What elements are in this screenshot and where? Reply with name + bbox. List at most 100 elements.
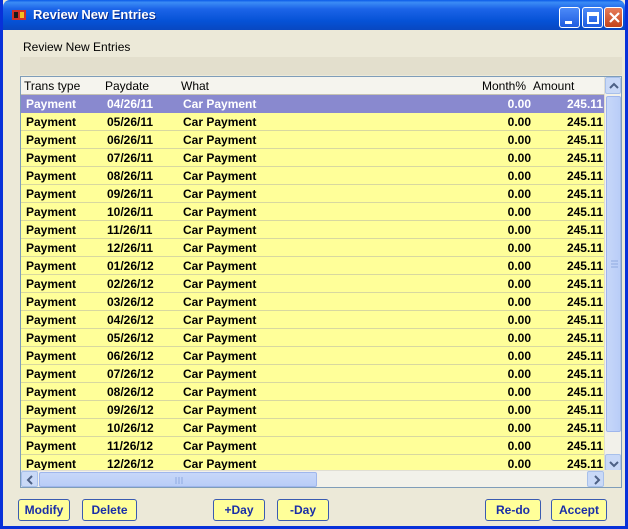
table-row[interactable]: Payment 11/26/12 Car Payment 0.00 245.11 [21,437,605,455]
cell-what: Car Payment [183,349,257,363]
delete-button[interactable]: Delete [82,499,137,521]
table-row[interactable]: Payment 09/26/12 Car Payment 0.00 245.11 [21,401,605,419]
cell-month-pct: 0.00 [507,241,531,255]
panel-subtitle: Review New Entries [23,40,131,54]
cell-paydate: 11/26/12 [107,439,154,453]
accept-button[interactable]: Accept [551,499,607,521]
table-row[interactable]: Payment 04/26/11 Car Payment 0.00 245.11 [21,95,605,113]
col-header-paydate[interactable]: Paydate [105,79,149,93]
col-header-trans-type[interactable]: Trans type [24,79,80,93]
close-button[interactable] [604,7,623,28]
cell-what: Car Payment [183,133,257,147]
cell-amount: 245.11 [566,439,603,453]
cell-amount: 245.11 [566,349,603,363]
cell-trans-type: Payment [26,313,77,327]
table-row[interactable]: Payment 07/26/12 Car Payment 0.00 245.11 [21,365,605,383]
cell-paydate: 10/26/12 [107,421,154,435]
cell-trans-type: Payment [26,349,77,363]
cell-paydate: 05/26/12 [107,331,154,345]
cell-month-pct: 0.00 [507,295,531,309]
redo-button[interactable]: Re-do [485,499,541,521]
entries-grid[interactable]: Trans type Paydate What Month% Amount Pa… [20,76,622,488]
table-row[interactable]: Payment 08/26/11 Car Payment 0.00 245.11 [21,167,605,185]
cell-paydate: 08/26/12 [107,385,154,399]
col-header-what[interactable]: What [181,79,209,93]
cell-amount: 245.11 [566,331,603,345]
cell-paydate: 08/26/11 [107,169,154,183]
cell-what: Car Payment [183,223,257,237]
table-row[interactable]: Payment 12/26/11 Car Payment 0.00 245.11 [21,239,605,257]
modify-button[interactable]: Modify [18,499,70,521]
cell-trans-type: Payment [26,457,77,471]
cell-what: Car Payment [183,313,257,327]
maximize-button[interactable] [582,7,603,28]
table-row[interactable]: Payment 05/26/12 Car Payment 0.00 245.11 [21,329,605,347]
table-row[interactable]: Payment 10/26/11 Car Payment 0.00 245.11 [21,203,605,221]
window-title: Review New Entries [33,7,156,22]
scroll-up-icon [609,82,619,89]
cell-amount: 245.11 [566,457,603,471]
scroll-left-icon [26,475,33,485]
col-header-month-pct[interactable]: Month% [482,79,526,93]
cell-month-pct: 0.00 [507,115,531,129]
cell-trans-type: Payment [26,403,77,417]
minus-day-button[interactable]: -Day [277,499,329,521]
table-row[interactable]: Payment 04/26/12 Car Payment 0.00 245.11 [21,311,605,329]
table-row[interactable]: Payment 07/26/11 Car Payment 0.00 245.11 [21,149,605,167]
cell-what: Car Payment [183,169,257,183]
cell-trans-type: Payment [26,205,77,219]
cell-what: Car Payment [183,115,257,129]
title-bar[interactable]: Review New Entries [3,0,625,30]
cell-amount: 245.11 [566,295,603,309]
cell-month-pct: 0.00 [507,259,531,273]
review-window: Review New Entries Review New Entries Tr… [0,0,628,529]
scrollbar-corner [604,470,621,487]
table-row[interactable]: Payment 10/26/12 Car Payment 0.00 245.11 [21,419,605,437]
cell-amount: 245.11 [566,223,603,237]
cell-amount: 245.11 [566,277,603,291]
table-row[interactable]: Payment 01/26/12 Car Payment 0.00 245.11 [21,257,605,275]
cell-trans-type: Payment [26,223,77,237]
scroll-right-button[interactable] [587,471,604,487]
cell-paydate: 12/26/12 [107,457,154,471]
cell-amount: 245.11 [566,133,603,147]
grid-header: Trans type Paydate What Month% Amount [21,77,605,95]
cell-month-pct: 0.00 [507,349,531,363]
cell-paydate: 03/26/12 [107,295,154,309]
cell-paydate: 04/26/12 [107,313,154,327]
cell-paydate: 07/26/11 [107,151,154,165]
cell-trans-type: Payment [26,187,77,201]
cell-trans-type: Payment [26,97,77,111]
vertical-scroll-thumb[interactable] [606,96,621,432]
table-row[interactable]: Payment 06/26/11 Car Payment 0.00 245.11 [21,131,605,149]
cell-amount: 245.11 [566,385,603,399]
cell-paydate: 01/26/12 [107,259,154,273]
horizontal-scroll-thumb[interactable] [39,472,317,487]
cell-what: Car Payment [183,439,257,453]
cell-what: Car Payment [183,385,257,399]
scroll-down-button[interactable] [605,454,621,471]
table-row[interactable]: Payment 05/26/11 Car Payment 0.00 245.11 [21,113,605,131]
scroll-up-button[interactable] [605,77,621,94]
horizontal-scrollbar[interactable] [21,470,605,487]
col-header-amount[interactable]: Amount [533,79,574,93]
table-row[interactable]: Payment 03/26/12 Car Payment 0.00 245.11 [21,293,605,311]
table-row[interactable]: Payment 11/26/11 Car Payment 0.00 245.11 [21,221,605,239]
scroll-left-button[interactable] [21,471,38,487]
table-row[interactable]: Payment 02/26/12 Car Payment 0.00 245.11 [21,275,605,293]
close-icon [609,12,620,23]
vertical-scrollbar[interactable] [604,77,621,471]
cell-what: Car Payment [183,331,257,345]
plus-day-button[interactable]: +Day [213,499,265,521]
table-row[interactable]: Payment 06/26/12 Car Payment 0.00 245.11 [21,347,605,365]
table-row[interactable]: Payment 08/26/12 Car Payment 0.00 245.11 [21,383,605,401]
cell-amount: 245.11 [566,259,603,273]
cell-what: Car Payment [183,277,257,291]
minimize-button[interactable] [559,7,580,28]
cell-month-pct: 0.00 [507,151,531,165]
cell-month-pct: 0.00 [507,331,531,345]
table-row[interactable]: Payment 09/26/11 Car Payment 0.00 245.11 [21,185,605,203]
cell-what: Car Payment [183,421,257,435]
cell-month-pct: 0.00 [507,403,531,417]
cell-what: Car Payment [183,403,257,417]
